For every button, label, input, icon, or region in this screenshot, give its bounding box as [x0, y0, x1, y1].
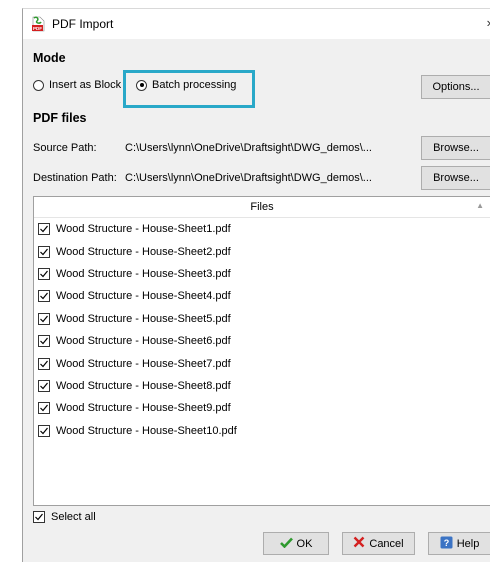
- radio-selected-icon: [136, 79, 147, 91]
- help-label: Help: [456, 537, 480, 550]
- checkbox-checked-icon[interactable]: [38, 424, 50, 437]
- checkbox-checked-icon[interactable]: [38, 223, 50, 236]
- cancel-label: Cancel: [369, 537, 404, 550]
- pdf-import-dialog: PDF PDF Import › Mode Insert as Block Ba…: [22, 8, 490, 562]
- file-name: Wood Structure - House-Sheet6.pdf: [56, 335, 231, 348]
- select-all-label: Select all: [51, 511, 96, 523]
- file-name: Wood Structure - House-Sheet5.pdf: [56, 312, 231, 325]
- checkbox-checked-icon[interactable]: [38, 402, 50, 415]
- insert-as-block-label: Insert as Block: [49, 79, 122, 91]
- checkbox-checked-icon[interactable]: [38, 245, 50, 258]
- destination-path-value: C:\Users\lynn\OneDrive\Draftsight\DWG_de…: [125, 172, 372, 184]
- mode-header: Mode: [33, 51, 66, 65]
- files-column-label: Files: [250, 201, 274, 213]
- checkbox-checked-icon: [33, 511, 45, 523]
- pdf-files-header: PDF files: [33, 111, 87, 125]
- file-row[interactable]: Wood Structure - House-Sheet3.pdf: [34, 263, 490, 285]
- close-icon[interactable]: ›: [487, 15, 490, 30]
- destination-browse-button[interactable]: Browse...: [421, 166, 490, 190]
- source-path-value: C:\Users\lynn\OneDrive\Draftsight\DWG_de…: [125, 142, 372, 154]
- checkbox-checked-icon[interactable]: [38, 267, 50, 280]
- file-name: Wood Structure - House-Sheet4.pdf: [56, 290, 231, 303]
- window-title: PDF Import: [52, 17, 114, 31]
- options-button[interactable]: Options...: [421, 75, 490, 99]
- file-row[interactable]: Wood Structure - House-Sheet7.pdf: [34, 352, 490, 374]
- checkbox-checked-icon[interactable]: [38, 379, 50, 392]
- file-name: Wood Structure - House-Sheet2.pdf: [56, 245, 231, 258]
- file-row[interactable]: Wood Structure - House-Sheet2.pdf: [34, 240, 490, 262]
- batch-processing-label: Batch processing: [152, 79, 237, 91]
- cancel-button[interactable]: Cancel: [342, 532, 415, 555]
- svg-text:PDF: PDF: [33, 26, 42, 31]
- source-path-label: Source Path:: [33, 142, 97, 154]
- file-row[interactable]: Wood Structure - House-Sheet8.pdf: [34, 375, 490, 397]
- file-name: Wood Structure - House-Sheet8.pdf: [56, 379, 231, 392]
- checkbox-checked-icon[interactable]: [38, 290, 50, 303]
- file-row[interactable]: Wood Structure - House-Sheet1.pdf: [34, 218, 490, 240]
- file-row[interactable]: Wood Structure - House-Sheet5.pdf: [34, 308, 490, 330]
- checkbox-checked-icon[interactable]: [38, 312, 50, 325]
- radio-circle-icon: [33, 79, 44, 91]
- batch-processing-radio[interactable]: Batch processing: [136, 79, 236, 91]
- title-bar: PDF PDF Import ›: [23, 9, 490, 39]
- files-column-header[interactable]: Files ▲: [34, 197, 490, 218]
- help-icon: ?: [440, 536, 453, 552]
- ok-label: OK: [296, 537, 313, 550]
- file-list: Wood Structure - House-Sheet1.pdf Wood St…: [34, 218, 490, 442]
- file-name: Wood Structure - House-Sheet9.pdf: [56, 402, 231, 415]
- checkbox-checked-icon[interactable]: [38, 335, 50, 348]
- destination-path-label: Destination Path:: [33, 172, 117, 184]
- ok-button[interactable]: OK: [263, 532, 329, 555]
- file-name: Wood Structure - House-Sheet10.pdf: [56, 424, 237, 437]
- source-browse-button[interactable]: Browse...: [421, 136, 490, 160]
- file-row[interactable]: Wood Structure - House-Sheet9.pdf: [34, 397, 490, 419]
- select-all-checkbox[interactable]: Select all: [33, 511, 96, 523]
- file-row[interactable]: Wood Structure - House-Sheet6.pdf: [34, 330, 490, 352]
- file-name: Wood Structure - House-Sheet1.pdf: [56, 223, 231, 236]
- check-icon: [279, 537, 293, 551]
- files-list-panel[interactable]: Files ▲ Wood Structure - House-Sheet1.pd…: [33, 196, 490, 506]
- insert-as-block-radio[interactable]: Insert as Block: [33, 79, 121, 91]
- checkbox-checked-icon[interactable]: [38, 357, 50, 370]
- file-row[interactable]: Wood Structure - House-Sheet10.pdf: [34, 420, 490, 442]
- help-button[interactable]: ? Help: [428, 532, 490, 555]
- file-row[interactable]: Wood Structure - House-Sheet4.pdf: [34, 285, 490, 307]
- pdf-app-icon: PDF: [31, 16, 45, 32]
- cancel-x-icon: [353, 536, 365, 551]
- sort-ascending-icon: ▲: [476, 201, 484, 210]
- file-name: Wood Structure - House-Sheet3.pdf: [56, 267, 231, 280]
- file-name: Wood Structure - House-Sheet7.pdf: [56, 357, 231, 370]
- svg-text:?: ?: [443, 538, 449, 548]
